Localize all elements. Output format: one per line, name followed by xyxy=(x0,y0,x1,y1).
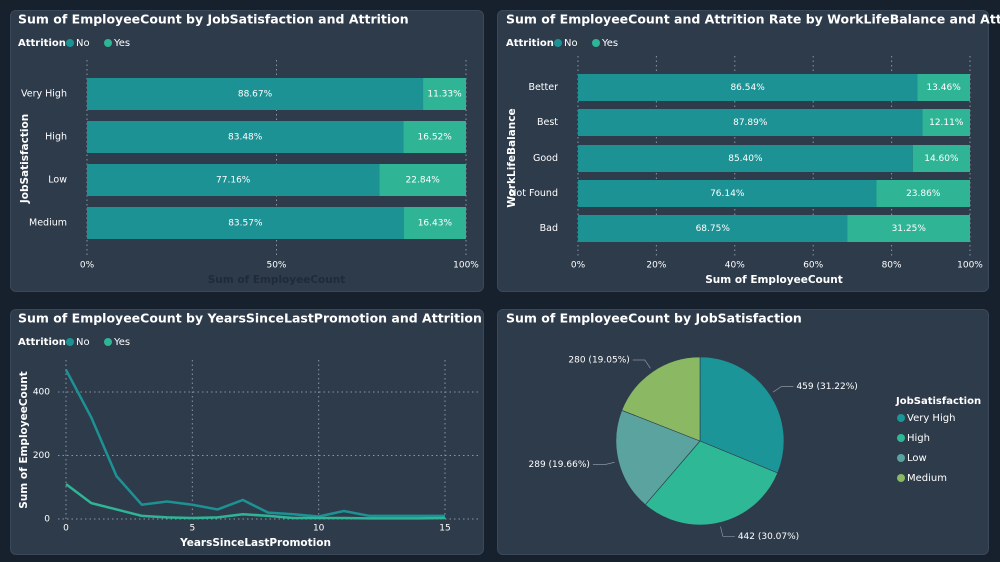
data-label: 68.75% xyxy=(696,224,731,234)
legend-item-yes[interactable]: Yes xyxy=(113,337,130,348)
data-label: 16.52% xyxy=(418,133,453,143)
leader-line xyxy=(632,359,651,369)
legend-marker-yes xyxy=(592,39,600,47)
data-label: 86.54% xyxy=(730,83,765,93)
x-tick-label: 0% xyxy=(571,261,586,271)
data-label: 11.33% xyxy=(427,90,462,100)
pie-data-label: 289 (19.66%) xyxy=(529,460,590,470)
legend-item[interactable]: Medium xyxy=(907,473,947,484)
x-axis-title: Sum of EmployeeCount xyxy=(705,274,843,286)
legend-item[interactable]: Very High xyxy=(907,413,955,424)
legend-title: Attrition xyxy=(506,38,554,49)
y-axis-title: JobSatisfaction xyxy=(19,114,31,204)
legend-marker-no xyxy=(66,39,74,47)
data-label: 77.16% xyxy=(216,176,251,186)
chart-title: Sum of EmployeeCount and Attrition Rate … xyxy=(506,12,1000,27)
legend-marker xyxy=(897,474,905,482)
legend-title: Attrition xyxy=(18,38,66,49)
y-category-label: Bad xyxy=(540,223,558,234)
y-category-label: Good xyxy=(533,153,558,164)
x-axis-title: Sum of EmployeeCount xyxy=(208,274,346,286)
legend-item-no[interactable]: No xyxy=(564,38,578,49)
leader-line xyxy=(720,526,735,537)
x-tick-label: 5 xyxy=(189,524,195,534)
data-label: 85.40% xyxy=(728,154,763,164)
data-label: 31.25% xyxy=(892,224,927,234)
chart-title: Sum of EmployeeCount by JobSatisfaction xyxy=(506,311,802,326)
y-tick-label: 400 xyxy=(33,388,50,398)
line-yes[interactable] xyxy=(65,483,446,520)
legend-marker-yes xyxy=(104,338,112,346)
y-tick-label: 200 xyxy=(33,451,50,461)
legend-marker xyxy=(897,414,905,422)
data-label: 23.86% xyxy=(906,189,941,199)
chart-title: Sum of EmployeeCount by YearsSinceLastPr… xyxy=(18,311,482,326)
x-tick-label: 0% xyxy=(80,261,95,271)
x-tick-label: 60% xyxy=(803,261,823,271)
x-tick-label: 50% xyxy=(266,261,286,271)
y-tick-label: 0 xyxy=(44,515,50,525)
legend-item-yes[interactable]: Yes xyxy=(601,38,618,49)
y-category-label: Best xyxy=(537,117,558,128)
leader-line xyxy=(592,461,615,465)
data-label: 88.67% xyxy=(238,90,273,100)
y-category-label: Low xyxy=(48,175,67,186)
legend-marker-no xyxy=(66,338,74,346)
legend-marker xyxy=(897,454,905,462)
x-tick-label: 100% xyxy=(453,261,479,271)
legend-item-no[interactable]: No xyxy=(76,38,90,49)
y-category-label: Better xyxy=(528,82,558,93)
legend-title: Attrition xyxy=(18,337,66,348)
y-category-label: Very High xyxy=(21,89,67,100)
x-tick-label: 15 xyxy=(439,524,450,534)
data-label: 22.84% xyxy=(406,176,441,186)
x-tick-label: 100% xyxy=(957,261,983,271)
x-tick-label: 0 xyxy=(63,524,69,534)
pie-data-label: 442 (30.07%) xyxy=(738,532,799,542)
data-label: 13.46% xyxy=(926,83,961,93)
data-label: 76.14% xyxy=(710,189,745,199)
data-label: 12.11% xyxy=(929,118,964,128)
chart-title: Sum of EmployeeCount by JobSatisfaction … xyxy=(18,12,409,27)
line-no[interactable] xyxy=(64,369,445,518)
legend-item-yes[interactable]: Yes xyxy=(113,38,130,49)
pie-data-label: 459 (31.22%) xyxy=(796,382,857,392)
legend-marker-no xyxy=(554,39,562,47)
y-category-label: Medium xyxy=(29,218,67,229)
legend-item-no[interactable]: No xyxy=(76,337,90,348)
data-label: 83.48% xyxy=(228,133,263,143)
legend-title: JobSatisfaction xyxy=(895,396,981,407)
legend-marker xyxy=(897,434,905,442)
data-label: 83.57% xyxy=(228,219,263,229)
x-tick-label: 10 xyxy=(313,524,325,534)
x-tick-label: 40% xyxy=(725,261,745,271)
data-label: 14.60% xyxy=(924,154,959,164)
y-category-label: High xyxy=(45,132,67,143)
pie-data-label: 280 (19.05%) xyxy=(568,356,629,366)
data-label: 16.43% xyxy=(418,219,453,229)
data-label: 87.89% xyxy=(733,118,768,128)
legend-item[interactable]: High xyxy=(907,433,930,444)
leader-line xyxy=(772,386,794,393)
legend-item[interactable]: Low xyxy=(907,453,927,464)
x-tick-label: 80% xyxy=(882,261,902,271)
y-axis-title: Sum of EmployeeCount xyxy=(18,371,30,509)
x-tick-label: 20% xyxy=(646,261,666,271)
y-axis-title: WorkLifeBalance xyxy=(506,108,518,207)
x-axis-title: YearsSinceLastPromotion xyxy=(179,537,331,549)
dashboard-canvas: Sum of EmployeeCount by JobSatisfaction … xyxy=(18,12,1000,550)
legend-marker-yes xyxy=(104,39,112,47)
